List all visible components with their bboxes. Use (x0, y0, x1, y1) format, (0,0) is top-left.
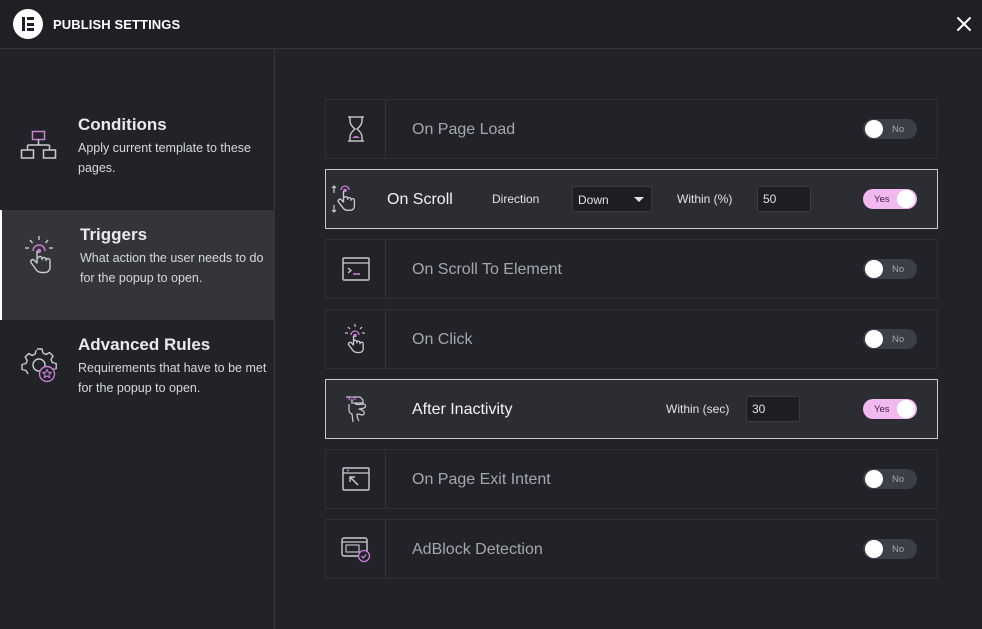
trigger-label: AdBlock Detection (412, 541, 543, 558)
within-percent-label: Within (%) (677, 192, 733, 206)
tap-hand-icon (25, 236, 53, 274)
trigger-toggle[interactable]: No (863, 329, 917, 349)
trigger-label: On Scroll To Element (412, 261, 562, 278)
toggle-knob (897, 400, 915, 418)
direction-value: Down (578, 193, 609, 207)
trigger-row-on-scroll: On Scroll Direction Down Within (%) Yes (325, 169, 938, 229)
sidebar-item-title: Triggers (80, 225, 148, 244)
within-percent-input[interactable] (757, 186, 811, 212)
toggle-label: Yes (874, 194, 890, 205)
exit-arrow-window-icon (342, 467, 370, 491)
close-icon (957, 17, 971, 31)
toggle-label: No (892, 544, 905, 555)
trigger-row-on-scroll-to-element: On Scroll To Element No (325, 239, 938, 299)
toggle-knob (865, 260, 883, 278)
terminal-window-icon (342, 257, 370, 281)
trigger-label: After Inactivity (412, 401, 513, 418)
sidebar-item-conditions[interactable]: Conditions Apply current template to the… (0, 100, 274, 210)
elementor-logo-icon (13, 9, 43, 39)
trigger-row-adblock-detection: AdBlock Detection No (325, 519, 938, 579)
click-hand-icon (345, 324, 365, 354)
direction-select[interactable]: Down (572, 186, 652, 212)
chevron-down-icon (634, 197, 644, 202)
adblock-monitor-icon (341, 537, 371, 563)
trigger-row-on-page-exit-intent: On Page Exit Intent No (325, 449, 938, 509)
toggle-label: Yes (874, 404, 890, 415)
sidebar-item-advanced-rules[interactable]: Advanced Rules Requirements that have to… (0, 320, 274, 430)
idle-hand-icon (346, 396, 367, 423)
trigger-label: On Click (412, 331, 473, 348)
trigger-toggle[interactable]: No (863, 539, 917, 559)
trigger-row-on-click: On Click No (325, 309, 938, 369)
triggers-panel: On Page Load No On Scroll Direction Down… (276, 49, 982, 629)
toggle-knob (897, 190, 915, 208)
sidebar-item-description: Apply current template to these pages. (78, 141, 252, 175)
gear-star-icon (21, 348, 57, 383)
trigger-toggle[interactable]: No (863, 119, 917, 139)
toggle-label: No (892, 124, 905, 135)
scroll-hand-icon (331, 185, 356, 213)
within-seconds-label: Within (sec) (666, 402, 730, 416)
toggle-label: No (892, 474, 905, 485)
dialog-header: PUBLISH SETTINGS (0, 0, 982, 49)
toggle-label: No (892, 264, 905, 275)
within-seconds-input[interactable] (746, 396, 800, 422)
trigger-toggle[interactable]: Yes (863, 399, 917, 419)
sidebar-item-title: Advanced Rules (78, 335, 211, 354)
trigger-label: On Page Load (412, 121, 516, 138)
trigger-label: On Scroll (387, 191, 453, 208)
toggle-knob (865, 330, 883, 348)
toggle-knob (865, 120, 883, 138)
direction-label: Direction (492, 192, 540, 206)
dialog-title: PUBLISH SETTINGS (53, 17, 181, 32)
hourglass-icon (348, 116, 364, 142)
sitemap-icon (20, 130, 57, 159)
settings-sidebar: Conditions Apply current template to the… (0, 49, 275, 629)
trigger-toggle[interactable]: No (863, 259, 917, 279)
close-button[interactable] (952, 12, 976, 36)
trigger-toggle[interactable]: No (863, 469, 917, 489)
toggle-knob (865, 540, 883, 558)
trigger-toggle[interactable]: Yes (863, 189, 917, 209)
sidebar-item-description: Requirements that have to be met for the… (78, 361, 267, 395)
sidebar-item-title: Conditions (78, 115, 167, 134)
sidebar-item-triggers[interactable]: Triggers What action the user needs to d… (0, 210, 274, 320)
sidebar-item-description: What action the user needs to do for the… (80, 251, 264, 285)
toggle-knob (865, 470, 883, 488)
toggle-label: No (892, 334, 905, 345)
trigger-row-on-page-load: On Page Load No (325, 99, 938, 159)
publish-settings-dialog: PUBLISH SETTINGS Conditions Apply curren… (0, 0, 982, 629)
trigger-label: On Page Exit Intent (412, 471, 551, 488)
trigger-row-after-inactivity: After Inactivity Within (sec) Yes (325, 379, 938, 439)
